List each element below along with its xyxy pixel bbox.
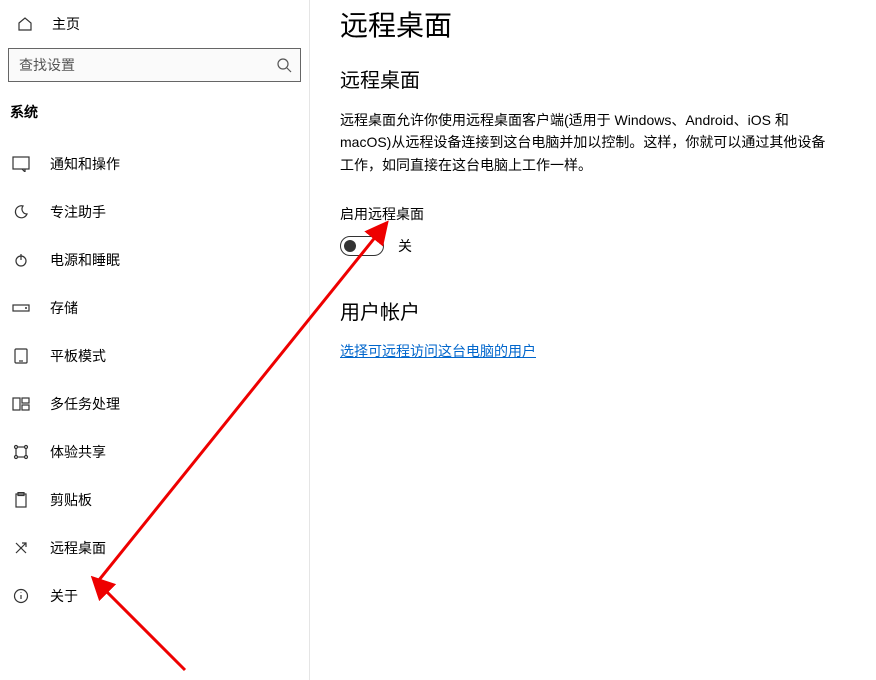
moon-icon [10,201,32,223]
select-users-link[interactable]: 选择可远程访问这台电脑的用户 [340,343,536,359]
sidebar-item-notifications[interactable]: 通知和操作 [0,140,309,188]
section-heading-remote-desktop: 远程桌面 [340,64,836,93]
search-input[interactable] [19,57,276,73]
sidebar-item-clipboard[interactable]: 剪贴板 [0,476,309,524]
toggle-knob [344,240,356,252]
sidebar-item-label: 平板模式 [50,346,106,366]
search-input-container[interactable] [8,48,301,82]
storage-icon [10,297,32,319]
page-title: 远程桌面 [340,4,836,44]
remote-desktop-icon [10,537,32,559]
sidebar-item-label: 多任务处理 [50,394,120,414]
section-label: 系统 [0,94,309,140]
toggle-state-text: 关 [398,236,412,256]
sidebar-item-label: 剪贴板 [50,490,92,510]
clipboard-icon [10,489,32,511]
sidebar-item-multitasking[interactable]: 多任务处理 [0,380,309,428]
home-icon [16,15,34,33]
sidebar-item-about[interactable]: 关于 [0,572,309,620]
sidebar-item-label: 关于 [50,586,78,606]
sidebar-item-shared-experiences[interactable]: 体验共享 [0,428,309,476]
sidebar: 主页 系统 通知和操作 专注助手 [0,0,310,680]
tablet-icon [10,345,32,367]
sidebar-item-tablet-mode[interactable]: 平板模式 [0,332,309,380]
remote-desktop-toggle[interactable] [340,236,384,256]
power-icon [10,249,32,271]
share-icon [10,441,32,463]
sidebar-item-label: 体验共享 [50,442,106,462]
search-icon [276,57,292,73]
sidebar-item-storage[interactable]: 存储 [0,284,309,332]
description-text: 远程桌面允许你使用远程桌面客户端(适用于 Windows、Android、iOS… [340,109,836,176]
main-content: 远程桌面 远程桌面 远程桌面允许你使用远程桌面客户端(适用于 Windows、A… [310,0,876,680]
home-button[interactable]: 主页 [0,8,309,40]
sidebar-item-label: 远程桌面 [50,538,106,558]
notification-icon [10,153,32,175]
sidebar-item-focus-assist[interactable]: 专注助手 [0,188,309,236]
sidebar-item-remote-desktop[interactable]: 远程桌面 [0,524,309,572]
sidebar-item-label: 专注助手 [50,202,106,222]
info-icon [10,585,32,607]
section-heading-user-accounts: 用户帐户 [340,296,836,325]
multitask-icon [10,393,32,415]
sidebar-item-label: 通知和操作 [50,154,120,174]
sidebar-item-power-sleep[interactable]: 电源和睡眠 [0,236,309,284]
toggle-label: 启用远程桌面 [340,204,836,224]
sidebar-item-label: 存储 [50,298,78,318]
sidebar-item-label: 电源和睡眠 [50,250,120,270]
home-label: 主页 [52,14,80,34]
